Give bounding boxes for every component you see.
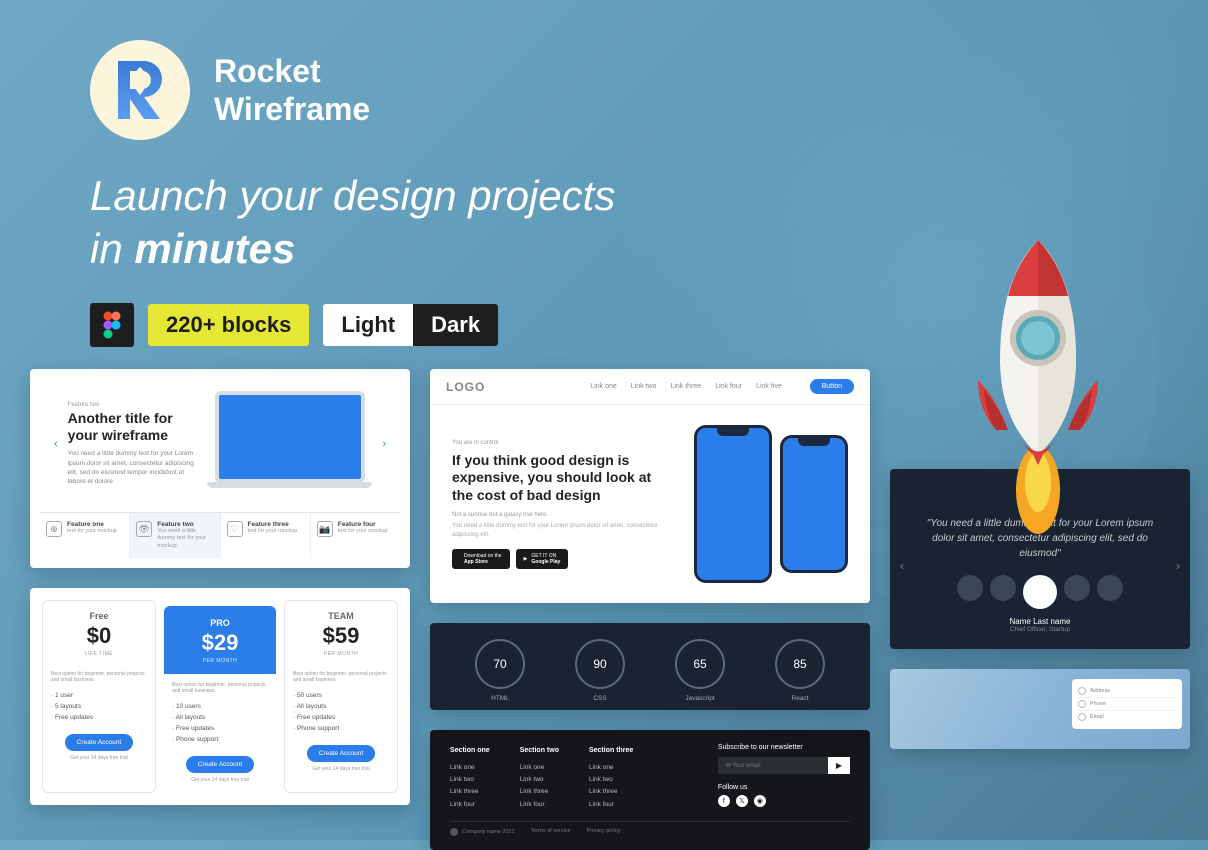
preview-landing-card: LOGO Link one Link two Link three Link four…: [430, 369, 870, 603]
product-name: Rocket Wireframe: [214, 52, 370, 129]
logo-r-icon: [110, 57, 170, 123]
footer-copyright: Company name 2021: [462, 829, 515, 835]
preview-footer-card: Section oneLink oneLink twoLink threeLin…: [430, 730, 870, 850]
theme-light-label: Light: [323, 304, 413, 346]
feature-icon: ⊕: [46, 521, 62, 537]
nav-logo: LOGO: [446, 380, 485, 394]
hero-subtitle: Not a sunrise but a galaxy rise here.: [452, 512, 676, 518]
nav-cta-button[interactable]: Button: [810, 379, 854, 394]
newsletter-block: Subscribe to our newsletter▶Follow usf𝕏◉: [718, 744, 850, 811]
header: Rocket Wireframe: [0, 0, 1208, 140]
nav-link[interactable]: Link three: [670, 383, 701, 390]
stat-item: 90CSS: [575, 639, 625, 702]
feature-tab[interactable]: 👁Feature twoYou need a little dummy text…: [130, 513, 220, 557]
carousel-prev-icon[interactable]: ‹: [54, 438, 58, 450]
hero-eyebrow: You are in control: [452, 440, 676, 446]
contact-row: Phone: [1078, 698, 1176, 711]
phone-mockups: [694, 425, 848, 583]
preview-feature-card: ‹ Feature two Another title for your wir…: [30, 369, 410, 567]
product-name-line1: Rocket: [214, 52, 370, 90]
footer-link[interactable]: Link four: [520, 799, 559, 811]
googleplay-button[interactable]: ▶GET IT ONGoogle Play: [516, 549, 569, 569]
testimonial-prev-icon[interactable]: ‹: [900, 559, 904, 573]
testimonial-role: Chief Officer, Startup: [908, 626, 1172, 633]
feature-tab[interactable]: 📷Feature fourtext for your mockup: [311, 513, 400, 557]
footer-link[interactable]: Link one: [450, 762, 490, 774]
feature-body: You need a little dummy text for your Lo…: [68, 449, 198, 485]
plan-cta-button[interactable]: Create Account: [186, 756, 254, 773]
feature-tab[interactable]: ♡Feature threetext for your mockup: [221, 513, 311, 557]
stat-item: 65Javascript: [675, 639, 725, 702]
footer-link[interactable]: Link four: [589, 799, 633, 811]
feature-title: Another title for your wireframe: [68, 410, 198, 444]
footer-link[interactable]: Link three: [589, 786, 633, 798]
feature-icon: 📷: [317, 521, 333, 537]
hero-body: You need a little dummy text for your Lo…: [452, 522, 676, 539]
theme-badge: Light Dark: [323, 304, 498, 346]
appstore-button[interactable]: Download on theApp Store: [452, 549, 510, 569]
pricing-plan: Most PopularPRO$29PER MONTHBest option f…: [164, 600, 276, 793]
newsletter-submit-button[interactable]: ▶: [828, 757, 850, 774]
feature-tab[interactable]: ⊕Feature onetext for your mockup: [40, 513, 130, 557]
footer-terms[interactable]: Terms of service: [531, 828, 571, 836]
feature-icon: 👁: [136, 521, 152, 537]
footer-link[interactable]: Link three: [450, 786, 490, 798]
nav-link[interactable]: Link one: [590, 383, 616, 390]
tagline-line1: Launch your design projects: [90, 170, 1208, 223]
contact-row: Address: [1078, 685, 1176, 698]
product-name-line2: Wireframe: [214, 90, 370, 128]
avatar-dots: [908, 575, 1172, 609]
nav-link[interactable]: Link two: [631, 383, 657, 390]
blocks-count-badge: 220+ blocks: [148, 304, 309, 346]
footer-link[interactable]: Link one: [589, 762, 633, 774]
pricing-plan: TEAM$59PER MONTHBest option for beginner…: [284, 600, 398, 793]
contact-row: Email: [1078, 711, 1176, 723]
tagline-line2-bold: minutes: [134, 225, 295, 272]
newsletter-input[interactable]: [718, 757, 828, 774]
laptop-mockup: [207, 391, 372, 496]
footer-link[interactable]: Link four: [450, 799, 490, 811]
footer-link[interactable]: Link two: [450, 774, 490, 786]
footer-link[interactable]: Link three: [520, 786, 559, 798]
preview-pricing-card: Free$0LIFE TIMEBest option for beginner,…: [30, 588, 410, 805]
instagram-icon[interactable]: ◉: [754, 795, 766, 807]
carousel-next-icon[interactable]: ›: [382, 438, 386, 450]
feature-eyebrow: Feature two: [68, 402, 198, 408]
twitter-icon[interactable]: 𝕏: [736, 795, 748, 807]
testimonial-author: Name Last name: [908, 617, 1172, 626]
footer-link[interactable]: Link two: [520, 774, 559, 786]
nav-link[interactable]: Link five: [756, 383, 782, 390]
pricing-plan: Free$0LIFE TIMEBest option for beginner,…: [42, 600, 156, 793]
logo-badge: [90, 40, 190, 140]
feature-icon: ♡: [227, 521, 243, 537]
tagline-line2-pre: in: [90, 225, 134, 272]
hero-title: If you think good design is expensive, y…: [452, 452, 676, 505]
footer-link[interactable]: Link one: [520, 762, 559, 774]
stat-item: 70HTML: [475, 639, 525, 702]
footer-column: Section threeLink oneLink twoLink threeL…: [589, 744, 633, 811]
facebook-icon[interactable]: f: [718, 795, 730, 807]
footer-column: Section twoLink oneLink twoLink threeLin…: [520, 744, 559, 811]
footer-column: Section oneLink oneLink twoLink threeLin…: [450, 744, 490, 811]
rocket-illustration: [938, 230, 1138, 545]
figma-icon: [102, 311, 122, 339]
footer-link[interactable]: Link two: [589, 774, 633, 786]
preview-stats-card: 70HTML 90CSS 65Javascript 85React: [430, 623, 870, 710]
theme-dark-label: Dark: [413, 304, 498, 346]
figma-badge: [90, 303, 134, 347]
plan-cta-button[interactable]: Create Account: [65, 734, 133, 751]
nav-link[interactable]: Link four: [715, 383, 742, 390]
preview-map-card: AddressPhoneEmail: [890, 669, 1190, 749]
stat-item: 85React: [775, 639, 825, 702]
plan-cta-button[interactable]: Create Account: [307, 745, 375, 762]
testimonial-next-icon[interactable]: ›: [1176, 559, 1180, 573]
footer-privacy[interactable]: Privacy policy: [587, 828, 621, 836]
